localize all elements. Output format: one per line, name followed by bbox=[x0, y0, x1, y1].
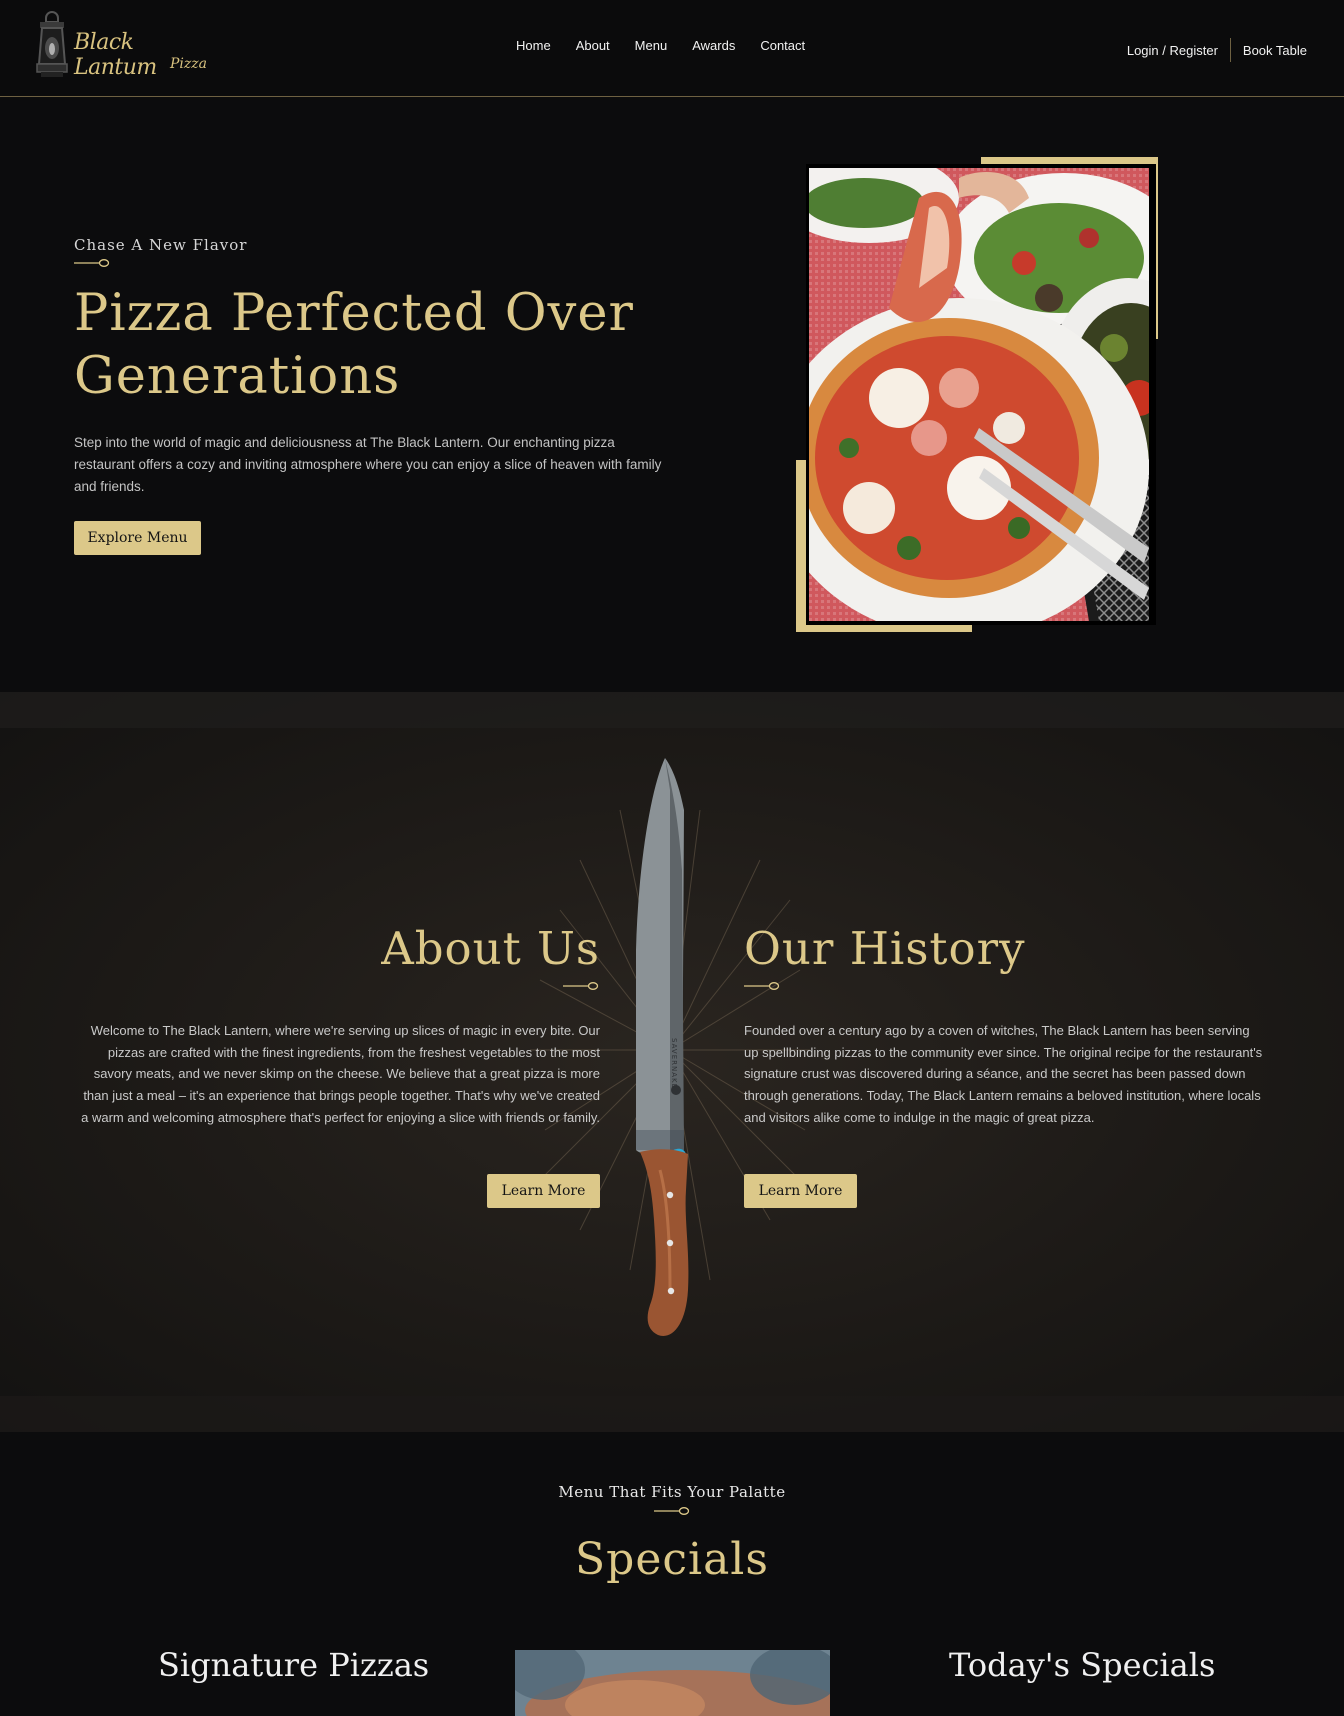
hero-pizza-photo bbox=[809, 168, 1149, 621]
about-history-section: SAVERNAKE About Us Welcome to The Black … bbox=[0, 692, 1344, 1432]
hero-description: Step into the world of magic and delicio… bbox=[74, 435, 662, 494]
specials-title: Specials bbox=[575, 1534, 769, 1585]
specials-kicker: Menu That Fits Your Palatte bbox=[558, 1483, 786, 1501]
lantern-icon bbox=[36, 10, 68, 77]
hero-photo-frame bbox=[796, 157, 1158, 632]
history-title: Our History bbox=[744, 922, 1026, 975]
header-divider bbox=[1229, 38, 1231, 62]
nav-menu[interactable]: Menu bbox=[635, 38, 668, 53]
brand-name: Black Lantum bbox=[74, 30, 157, 80]
brand-sub: Pizza bbox=[170, 56, 207, 72]
about-title: About Us bbox=[381, 922, 600, 975]
site-header: Black Lantum Pizza Home About Menu Award… bbox=[0, 0, 1344, 97]
spoon-divider-icon bbox=[744, 982, 780, 990]
texture-band-bottom bbox=[0, 1396, 1344, 1432]
logo[interactable]: Black Lantum Pizza bbox=[32, 10, 222, 84]
main-nav: Home About Menu Awards Contact bbox=[516, 38, 830, 53]
todays-specials-title: Today's Specials bbox=[949, 1646, 1216, 1684]
hero-title: Pizza Perfected Over Generations bbox=[74, 284, 634, 406]
signature-pizzas-title: Signature Pizzas bbox=[158, 1646, 430, 1684]
nav-home[interactable]: Home bbox=[516, 38, 551, 53]
spoon-divider-icon bbox=[654, 1507, 690, 1515]
history-learn-more-button[interactable]: Learn More bbox=[744, 1174, 857, 1208]
login-register-link[interactable]: Login / Register bbox=[1127, 43, 1218, 58]
texture-band-top bbox=[0, 692, 1344, 728]
spoon-divider-icon bbox=[563, 982, 599, 990]
explore-menu-button[interactable]: Explore Menu bbox=[74, 521, 201, 555]
nav-contact[interactable]: Contact bbox=[760, 38, 805, 53]
about-description: Welcome to The Black Lantern, where we'r… bbox=[81, 1023, 600, 1125]
hero-kicker: Chase A New Flavor bbox=[74, 236, 248, 254]
specials-photo bbox=[515, 1650, 830, 1716]
knife-brand-text: SAVERNAKE bbox=[670, 1038, 678, 1089]
book-table-link[interactable]: Book Table bbox=[1243, 43, 1307, 58]
spoon-divider-icon bbox=[74, 259, 110, 267]
about-learn-more-button[interactable]: Learn More bbox=[487, 1174, 600, 1208]
header-actions: Login / Register Book Table bbox=[1127, 38, 1307, 62]
nav-awards[interactable]: Awards bbox=[692, 38, 735, 53]
history-description: Founded over a century ago by a coven of… bbox=[744, 1023, 1263, 1125]
nav-about[interactable]: About bbox=[576, 38, 610, 53]
